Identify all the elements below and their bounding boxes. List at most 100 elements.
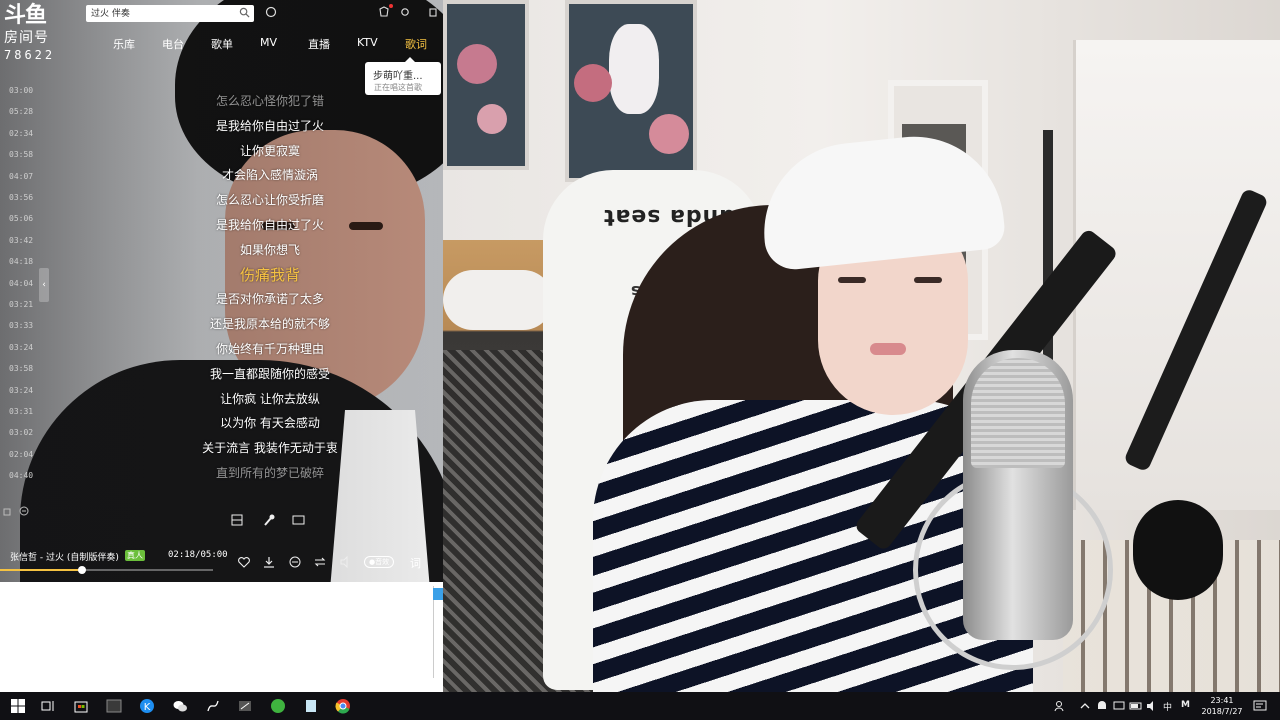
timeline-entry[interactable]: 03:58 (9, 150, 33, 159)
minus-circle-icon[interactable] (19, 506, 29, 516)
cam-pillow (443, 270, 553, 330)
sound-effect-button[interactable]: ●音效 (364, 556, 395, 568)
obs-icon[interactable] (205, 698, 221, 714)
ime-language[interactable]: 中 (1163, 700, 1172, 713)
timeline-entry[interactable]: 04:07 (9, 172, 33, 181)
timeline-entry[interactable]: 03:31 (9, 407, 33, 416)
lyric-line: 怎么忍心让你受折磨 (215, 193, 324, 208)
nav-live[interactable]: 直播 (308, 36, 330, 52)
lyric-line: 我一直都跟随你的感受 (209, 366, 330, 381)
timeline-entry[interactable]: 02:04 (9, 450, 33, 459)
speaker-icon[interactable] (1144, 698, 1160, 714)
wechat-icon[interactable] (172, 698, 188, 714)
timeline-entry[interactable]: 03:58 (9, 364, 33, 373)
start-icon[interactable] (10, 698, 26, 714)
nav-lyrics[interactable]: 歌词 (405, 36, 427, 52)
microphone-icon[interactable] (262, 513, 276, 527)
timeline-entry[interactable]: 04:04 (9, 279, 33, 288)
taskbar-clock[interactable]: 23:41 2018/7/27 (1198, 695, 1246, 717)
progress-knob[interactable] (78, 566, 86, 574)
search-input[interactable]: 过火 伴奏 (91, 6, 130, 19)
room-label: 房间号 (4, 30, 49, 46)
timeline-entry[interactable]: 03:33 (9, 321, 33, 330)
repeat-icon[interactable] (313, 555, 327, 569)
svg-text:K: K (144, 702, 151, 713)
search-box[interactable]: 过火 伴奏 (86, 5, 254, 22)
tooltip-subtitle: 正在唱这首歌 (374, 83, 422, 92)
lyric-line: 让你更寂寞 (239, 143, 300, 158)
timeline-entry[interactable]: 05:28 (9, 107, 33, 116)
network-icon[interactable] (1111, 698, 1127, 714)
progress-bar[interactable] (0, 566, 213, 574)
timeline-entry[interactable]: 03:24 (9, 386, 33, 395)
lyric-line: 让你疯 让你去放纵 (220, 391, 320, 406)
timeline-entry[interactable]: 03:02 (9, 428, 33, 437)
playback-bar: 张信哲 - 过火 (自制版伴奏) 真人 02:18/05:00 ●音效 词 (0, 544, 443, 582)
song-title[interactable]: 张信哲 - 过火 (自制版伴奏) (10, 550, 119, 563)
battery-icon[interactable] (1128, 698, 1144, 714)
lyric-timeline: 03:00 05:28 02:34 03:58 04:07 03:56 05:06 03:42… (0, 80, 40, 500)
kugou-icon[interactable]: K (139, 698, 155, 714)
refresh-icon[interactable] (264, 5, 278, 19)
capture-icon[interactable] (237, 698, 253, 714)
timeline-entry[interactable]: 02:34 (9, 129, 33, 138)
store-icon[interactable] (73, 698, 89, 714)
collapse-arrow-icon[interactable]: ‹ (39, 268, 49, 302)
more-icon[interactable] (288, 555, 302, 569)
volume-icon[interactable] (339, 555, 353, 569)
bell-icon[interactable] (1094, 698, 1110, 714)
lyric-layout-icon[interactable] (230, 513, 244, 527)
nav-ktv[interactable]: KTV (357, 36, 378, 49)
timeline-entry[interactable]: 03:42 (9, 236, 33, 245)
chat-input-area[interactable] (0, 582, 443, 692)
action-center-icon[interactable] (1252, 698, 1268, 714)
lyrics-toggle-button[interactable]: 词 (410, 555, 421, 571)
timeline-entry[interactable]: 03:21 (9, 300, 33, 309)
settings-gear-icon[interactable] (398, 5, 412, 19)
lyric-line: 是我给你自由过了火 (215, 118, 324, 133)
cam-painting-left (443, 0, 529, 170)
clock-date: 2018/7/27 (1201, 707, 1243, 716)
lyric-line: 你始终有千万种理由 (215, 342, 324, 356)
timeline-entry[interactable]: 04:18 (9, 257, 33, 266)
timeline-entry[interactable]: 04:40 (9, 471, 33, 480)
nav-playlist[interactable]: 歌单 (211, 36, 233, 52)
chat-app-icon[interactable] (270, 698, 286, 714)
lyric-line: 直到所有的梦已破碎 (215, 466, 324, 480)
download-icon[interactable] (262, 555, 276, 569)
search-icon[interactable] (239, 7, 250, 18)
tray-up-icon[interactable] (1077, 698, 1093, 714)
timeline-entry[interactable]: 03:24 (9, 343, 33, 352)
nav-mv[interactable]: MV (260, 36, 277, 49)
chrome-icon[interactable] (335, 698, 351, 714)
lyric-line: 怎么忍心怪你犯了错 (215, 94, 324, 108)
lyric-line: 是我给你自由过了火 (215, 218, 324, 232)
timeline-entry[interactable]: 03:56 (9, 193, 33, 202)
tooltip-title: 步萌吖重... (373, 71, 423, 82)
chat-tag-icon[interactable] (433, 588, 443, 600)
lyric-line: 关于流言 我装作无动于衷 (202, 441, 338, 456)
room-number: 78622 (4, 48, 56, 62)
now-singing-tooltip[interactable]: 步萌吖重... 正在唱这首歌 (365, 57, 441, 95)
notes-icon[interactable] (303, 698, 319, 714)
nav-radio[interactable]: 电台 (162, 36, 184, 52)
desktop: anda seat a bus 斗鱼 房间号 78622 (0, 0, 1280, 720)
nav-library[interactable]: 乐库 (113, 36, 135, 52)
progress-fill (0, 569, 82, 571)
task-view-icon[interactable] (40, 698, 56, 714)
minimize-icon[interactable] (426, 5, 440, 19)
heart-icon[interactable] (237, 555, 251, 569)
trash-icon[interactable] (2, 506, 12, 516)
douyu-logo: 斗鱼 房间号 78622 (4, 3, 70, 69)
lyric-line-current: 伤痛我背 (239, 265, 300, 284)
lyric-comment-icon[interactable] (292, 513, 306, 527)
lyric-line: 还是我原本给的就不够 (209, 317, 330, 332)
ime-mode[interactable]: M (1181, 700, 1190, 710)
terminal-icon[interactable] (106, 698, 122, 714)
timeline-entry[interactable]: 05:06 (9, 214, 33, 223)
people-icon[interactable] (1053, 698, 1069, 714)
timeline-entry[interactable]: 03:00 (9, 86, 33, 95)
music-player: 斗鱼 房间号 78622 过火 伴奏 乐库 电台 歌单 MV 直播 KTV 歌词… (0, 0, 443, 692)
vocal-badge: 真人 (125, 550, 145, 561)
clock-time: 23:41 (1210, 696, 1234, 705)
